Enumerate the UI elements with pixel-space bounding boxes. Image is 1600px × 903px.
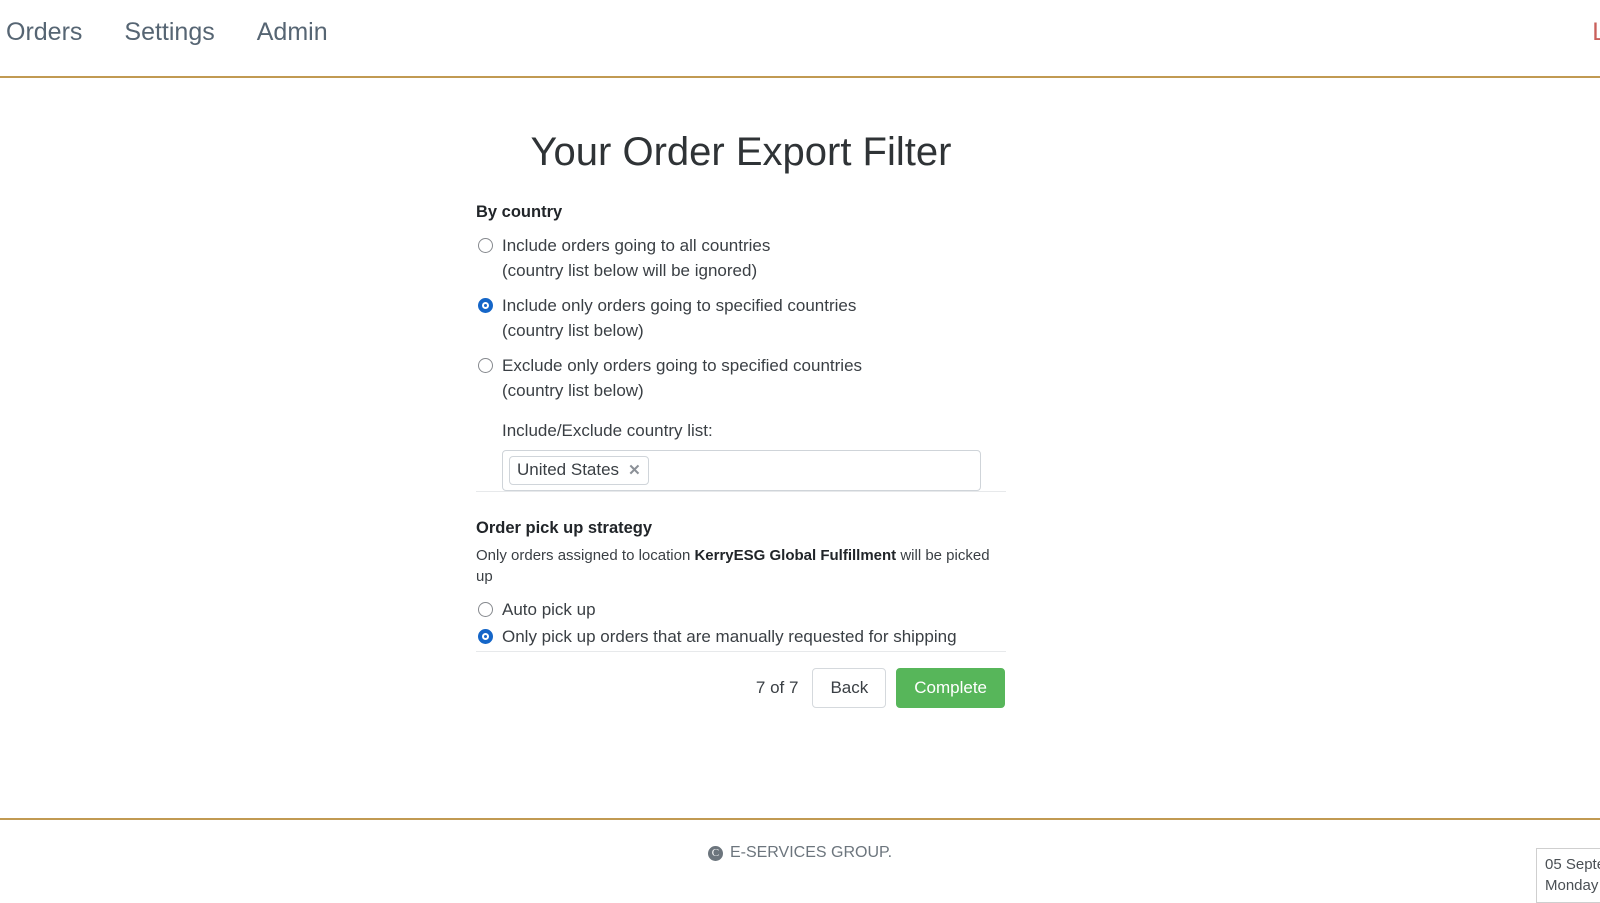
pickup-location-note: Only orders assigned to location KerryES… [476, 539, 1006, 587]
radio-option-include-specified[interactable]: Include only orders going to specified c… [476, 294, 1006, 343]
pickup-strategy-radio-group: Auto pick up Only pick up orders that ar… [476, 598, 1006, 649]
radio-sublabel-exclude-specified: (country list below) [502, 380, 644, 400]
country-tag[interactable]: United States ✕ [509, 456, 649, 485]
nav-link-logout[interactable]: Lo [1592, 18, 1600, 46]
radio-icon-auto-pickup[interactable] [478, 602, 493, 617]
close-icon[interactable]: ✕ [628, 463, 641, 478]
radio-label-auto-pickup[interactable]: Auto pick up [502, 598, 1006, 623]
section-heading-by-country: By country [476, 203, 563, 221]
page-body: Your Order Export Filter By country Incl… [0, 78, 1600, 818]
radio-label-all-countries[interactable]: Include orders going to all countries [502, 234, 1006, 259]
country-filter-radio-group: Include orders going to all countries (c… [476, 234, 1006, 403]
radio-option-manual-pickup[interactable]: Only pick up orders that are manually re… [476, 625, 1006, 650]
nav-right-group: Lo [1592, 17, 1600, 47]
section-heading-pickup-strategy: Order pick up strategy [476, 519, 653, 537]
wizard-actions: 7 of 7 Back Complete [476, 652, 1006, 708]
page-title: Your Order Export Filter [530, 130, 952, 174]
radio-option-exclude-specified[interactable]: Exclude only orders going to specified c… [476, 354, 1006, 403]
radio-option-auto-pickup[interactable]: Auto pick up [476, 598, 1006, 623]
country-tag-label: United States [517, 460, 620, 479]
radio-icon-include-specified[interactable] [478, 298, 493, 313]
radio-icon-all-countries[interactable] [478, 238, 493, 253]
date-widget: 05 Septem Monday [1536, 848, 1600, 903]
country-list-field: Include/Exclude country list: United Sta… [476, 419, 1006, 491]
radio-label-exclude-specified[interactable]: Exclude only orders going to specified c… [502, 354, 1006, 379]
nav-link-orders[interactable]: Orders [6, 17, 82, 47]
radio-sublabel-all-countries: (country list below will be ignored) [502, 260, 758, 280]
form-container: Your Order Export Filter By country Incl… [476, 78, 1006, 708]
radio-label-manual-pickup[interactable]: Only pick up orders that are manually re… [502, 625, 1006, 650]
page-footer: C E-SERVICES GROUP. [0, 818, 1600, 900]
step-counter: 7 of 7 [755, 678, 799, 697]
country-list-label: Include/Exclude country list: [502, 421, 713, 440]
date-widget-date: 05 Septem [1545, 856, 1600, 873]
nav-link-admin[interactable]: Admin [257, 17, 328, 47]
radio-icon-manual-pickup[interactable] [478, 628, 493, 644]
date-widget-day: Monday [1545, 877, 1599, 894]
radio-option-all-countries[interactable]: Include orders going to all countries (c… [476, 234, 1006, 283]
complete-button[interactable]: Complete [896, 668, 1005, 708]
radio-sublabel-include-specified: (country list below) [502, 320, 644, 340]
back-button[interactable]: Back [812, 668, 887, 708]
footer-content: C E-SERVICES GROUP. [0, 820, 1600, 863]
pickup-note-prefix: Only orders assigned to location [476, 547, 695, 564]
copyright-icon: C [707, 845, 723, 861]
top-navigation-bar: Orders Settings Admin Lo [0, 0, 1600, 78]
footer-company-name: E-SERVICES GROUP. [729, 844, 893, 861]
nav-links-group: Orders Settings Admin [6, 17, 370, 47]
country-list-input[interactable]: United States ✕ [502, 450, 981, 491]
radio-label-include-specified[interactable]: Include only orders going to specified c… [502, 294, 1006, 319]
radio-icon-exclude-specified[interactable] [478, 358, 493, 373]
pickup-note-location: KerryESG Global Fulfillment [694, 547, 897, 564]
nav-link-settings[interactable]: Settings [124, 17, 214, 47]
